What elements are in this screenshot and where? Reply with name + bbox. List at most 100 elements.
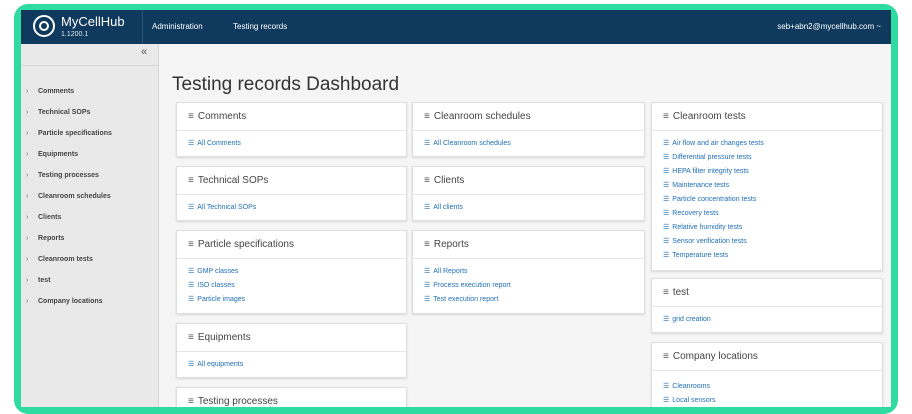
link-temperature-tests[interactable]: ☰ Temperature tests bbox=[663, 249, 871, 263]
list-icon: ☰ bbox=[663, 182, 670, 189]
chevron-right-icon: › bbox=[26, 214, 29, 221]
link-differential-pressure-tests[interactable]: ☰ Differential pressure tests bbox=[663, 151, 871, 165]
sidebar: « › Comments › Technical SOPs › Particle sp… bbox=[21, 44, 159, 407]
sidebar-item-test[interactable]: › test bbox=[26, 277, 50, 291]
link-cleanrooms[interactable]: ☰ Cleanrooms bbox=[663, 380, 871, 394]
menu-icon: ≡ bbox=[188, 111, 194, 122]
link-label: Particle concentration tests bbox=[672, 196, 757, 203]
link-grid-creation[interactable]: ☰ grid creation bbox=[663, 313, 871, 327]
sidebar-item-company-locations[interactable]: › Company locations bbox=[26, 298, 103, 312]
card-testing-processes: ≡ Testing processes bbox=[176, 387, 407, 407]
user-menu[interactable]: seb+abn2@mycellhub.com ~ bbox=[777, 22, 881, 31]
menu-icon: ≡ bbox=[663, 111, 669, 122]
card-technical-sops: ≡ Technical SOPs ☰ All Technical SOPs bbox=[176, 166, 407, 221]
card-title: Reports bbox=[433, 239, 469, 250]
sidebar-item-comments[interactable]: › Comments bbox=[26, 88, 74, 102]
sidebar-item-label: Cleanroom tests bbox=[38, 256, 93, 263]
chevron-right-icon: › bbox=[26, 130, 29, 137]
link-particle-images[interactable]: ☰ Particle images bbox=[188, 293, 395, 307]
link-label: All Comments bbox=[197, 140, 241, 147]
link-label: Test execution report bbox=[433, 296, 499, 303]
menu-icon: ≡ bbox=[188, 396, 194, 407]
card-header: ≡ Company locations bbox=[652, 343, 882, 371]
list-icon: ☰ bbox=[424, 296, 431, 303]
list-icon: ☰ bbox=[188, 204, 195, 211]
chevron-right-icon: › bbox=[26, 277, 29, 284]
link-air-flow-tests[interactable]: ☰ Air flow and air changes tests bbox=[663, 137, 871, 151]
link-relative-humidity-tests[interactable]: ☰ Relative humidity tests bbox=[663, 221, 871, 235]
list-icon: ☰ bbox=[663, 210, 670, 217]
chevron-right-icon: › bbox=[26, 88, 29, 95]
card-title: Equipments bbox=[197, 332, 251, 343]
link-local-sensors[interactable]: ☰ Local sensors bbox=[663, 394, 871, 407]
logo-icon bbox=[33, 15, 55, 37]
nav-testing-records[interactable]: Testing records bbox=[233, 22, 287, 31]
sidebar-item-label: Testing processes bbox=[38, 172, 99, 179]
card-equipments: ≡ Equipments ☰ All equipments bbox=[176, 323, 407, 378]
link-all-reports[interactable]: ☰ All Reports bbox=[424, 265, 633, 279]
sidebar-item-particle-specifications[interactable]: › Particle specifications bbox=[26, 130, 112, 144]
link-label: grid creation bbox=[672, 316, 711, 323]
list-icon: ☰ bbox=[663, 238, 670, 245]
card-title: test bbox=[672, 287, 689, 298]
chevron-right-icon: › bbox=[26, 193, 29, 200]
card-clients: ≡ Clients ☰ All clients bbox=[412, 166, 645, 221]
sidebar-item-clients[interactable]: › Clients bbox=[26, 214, 61, 228]
sidebar-item-label: Company locations bbox=[38, 298, 103, 305]
list-icon: ☰ bbox=[663, 397, 670, 404]
link-test-execution-report[interactable]: ☰ Test execution report bbox=[424, 293, 633, 307]
link-sensor-verification-tests[interactable]: ☰ Sensor verification tests bbox=[663, 235, 871, 249]
link-all-technical-sops[interactable]: ☰ All Technical SOPs bbox=[188, 201, 395, 215]
link-label: All Reports bbox=[433, 268, 468, 275]
sidebar-item-label: Technical SOPs bbox=[38, 109, 91, 116]
list-icon: ☰ bbox=[663, 196, 670, 203]
link-label: All equipments bbox=[197, 361, 244, 368]
list-icon: ☰ bbox=[663, 224, 670, 231]
sidebar-item-technical-sops[interactable]: › Technical SOPs bbox=[26, 109, 90, 123]
link-all-clients[interactable]: ☰ All clients bbox=[424, 201, 633, 215]
list-icon: ☰ bbox=[188, 140, 195, 147]
nav-administration[interactable]: Administration bbox=[152, 22, 203, 31]
card-title: Comments bbox=[197, 111, 247, 122]
link-maintenance-tests[interactable]: ☰ Maintenance tests bbox=[663, 179, 871, 193]
link-label: ISO classes bbox=[197, 282, 235, 289]
menu-icon: ≡ bbox=[188, 239, 194, 250]
sidebar-item-reports[interactable]: › Reports bbox=[26, 235, 64, 249]
card-header: ≡ Cleanroom schedules bbox=[413, 103, 644, 131]
list-icon: ☰ bbox=[188, 268, 195, 275]
card-header: ≡ test bbox=[652, 279, 882, 307]
sidebar-item-label: Particle specifications bbox=[38, 130, 112, 137]
link-all-equipments[interactable]: ☰ All equipments bbox=[188, 358, 395, 372]
sidebar-item-label: Comments bbox=[38, 88, 75, 95]
list-icon: ☰ bbox=[188, 361, 195, 368]
card-header: ≡ Cleanroom tests bbox=[652, 103, 882, 131]
link-label: All Technical SOPs bbox=[197, 204, 257, 211]
link-label: HEPA filter integrity tests bbox=[672, 168, 749, 175]
link-process-execution-report[interactable]: ☰ Process execution report bbox=[424, 279, 633, 293]
sidebar-item-testing-processes[interactable]: › Testing processes bbox=[26, 172, 99, 186]
link-all-cleanroom-schedules[interactable]: ☰ All Cleanroom schedules bbox=[424, 137, 633, 151]
list-icon: ☰ bbox=[663, 168, 670, 175]
card-cleanroom-schedules: ≡ Cleanroom schedules ☰ All Cleanroom sche… bbox=[412, 102, 645, 157]
card-title: Technical SOPs bbox=[197, 175, 269, 186]
card-header: ≡ Particle specifications bbox=[177, 231, 406, 259]
sidebar-item-label: test bbox=[38, 277, 51, 284]
chevron-right-icon: › bbox=[26, 298, 29, 305]
collapse-sidebar-button[interactable]: « bbox=[141, 46, 147, 58]
link-label: Air flow and air changes tests bbox=[672, 140, 764, 147]
card-title: Cleanroom schedules bbox=[433, 111, 531, 122]
link-iso-classes[interactable]: ☰ ISO classes bbox=[188, 279, 395, 293]
brand[interactable]: MyCellHub 1.1200.1 bbox=[29, 12, 147, 42]
link-recovery-tests[interactable]: ☰ Recovery tests bbox=[663, 207, 871, 221]
list-icon: ☰ bbox=[663, 252, 670, 259]
sidebar-divider bbox=[21, 65, 158, 66]
card-comments: ≡ Comments ☰ All Comments bbox=[176, 102, 407, 157]
link-particle-concentration-tests[interactable]: ☰ Particle concentration tests bbox=[663, 193, 871, 207]
sidebar-item-cleanroom-schedules[interactable]: › Cleanroom schedules bbox=[26, 193, 111, 207]
link-gmp-classes[interactable]: ☰ GMP classes bbox=[188, 265, 395, 279]
link-all-comments[interactable]: ☰ All Comments bbox=[188, 137, 395, 151]
sidebar-item-equipments[interactable]: › Equipments bbox=[26, 151, 78, 165]
sidebar-item-cleanroom-tests[interactable]: › Cleanroom tests bbox=[26, 256, 93, 270]
chevron-right-icon: › bbox=[26, 109, 29, 116]
link-hepa-filter-tests[interactable]: ☰ HEPA filter integrity tests bbox=[663, 165, 871, 179]
